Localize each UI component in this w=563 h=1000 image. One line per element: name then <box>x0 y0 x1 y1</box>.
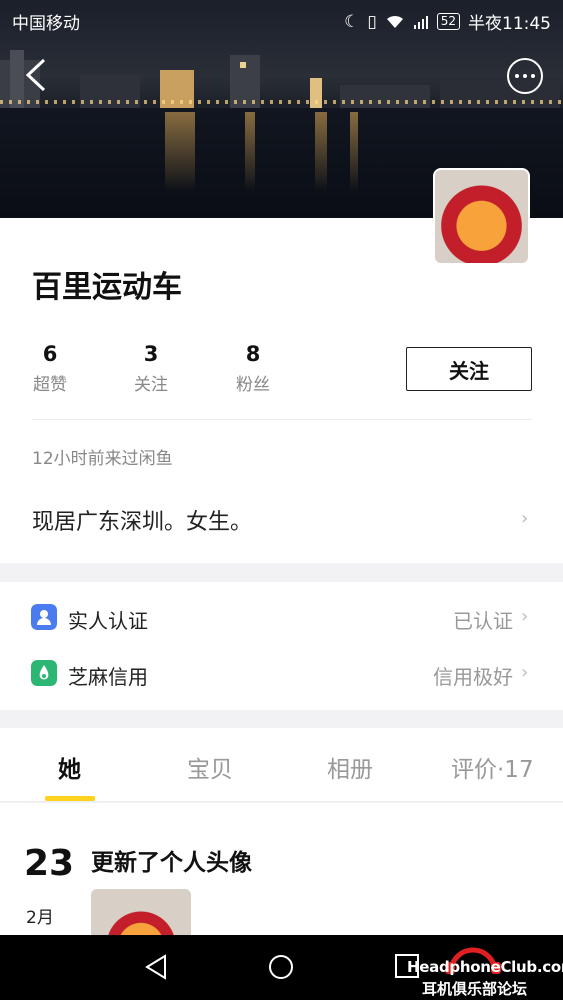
sesame-credit-icon <box>31 660 57 686</box>
vibrate-icon: ▯ <box>367 11 377 32</box>
stat-value: 3 <box>143 342 159 366</box>
carrier-name: 中国移动 <box>12 14 80 34</box>
chevron-right-icon: › <box>521 662 529 683</box>
stat-label: 关注 <box>134 375 168 395</box>
moon-icon: ☾ <box>344 11 360 32</box>
back-arrow-icon[interactable] <box>22 56 54 94</box>
verify-value: 已认证 <box>453 609 513 633</box>
stat-value: 6 <box>42 342 58 366</box>
stat-value: 8 <box>245 342 261 366</box>
stat-label: 粉丝 <box>236 375 270 395</box>
tab-reviews[interactable]: 评价·17 <box>451 750 534 784</box>
bio-text[interactable]: 现居广东深圳。女生。 <box>32 504 252 536</box>
nav-home-icon[interactable] <box>267 953 295 981</box>
feed-thumbnail[interactable] <box>91 889 191 935</box>
forum-watermark: HeadphoneClub.com 耳机俱乐部论坛 <box>405 947 563 998</box>
watermark-en: HeadphoneClub.com <box>407 958 563 976</box>
profile-name: 百里运动车 <box>32 270 182 305</box>
verify-label: 实人认证 <box>68 609 148 633</box>
battery-icon: 52 <box>436 13 460 30</box>
status-time: 半夜11:45 <box>468 14 551 34</box>
stat-followers[interactable]: 8 粉丝 <box>223 342 283 395</box>
follow-button[interactable]: 关注 <box>406 347 532 391</box>
stat-following[interactable]: 3 关注 <box>121 342 181 395</box>
last-seen-text: 12小时前来过闲鱼 <box>32 449 173 469</box>
watermark-cn: 耳机俱乐部论坛 <box>422 980 528 998</box>
profile-tabs: 她 宝贝 相册 评价·17 <box>0 728 563 802</box>
divider <box>32 419 532 420</box>
verification-card: 实人认证 已认证 › 芝麻信用 信用极好 › <box>0 582 563 710</box>
stat-label: 超赞 <box>33 375 67 395</box>
tab-her[interactable]: 她 <box>58 750 81 784</box>
wifi-icon <box>386 15 403 28</box>
light-reflection <box>350 112 358 192</box>
tab-items[interactable]: 宝贝 <box>187 750 233 784</box>
person-id-icon <box>31 604 57 630</box>
light-reflection <box>315 112 327 192</box>
verify-value: 信用极好 <box>433 665 513 689</box>
avatar[interactable] <box>433 168 530 265</box>
active-tab-indicator <box>45 796 95 801</box>
shoreline-lights <box>0 100 563 104</box>
verify-row-identity[interactable]: 实人认证 已认证 › <box>0 592 563 648</box>
light-reflection <box>165 112 195 192</box>
verify-label: 芝麻信用 <box>68 665 148 689</box>
more-options-icon[interactable] <box>507 58 543 94</box>
activity-feed: 23 2月 更新了个人头像 <box>0 803 563 935</box>
feed-title: 更新了个人头像 <box>91 850 252 876</box>
tab-album[interactable]: 相册 <box>327 750 373 784</box>
feed-month: 2月 <box>26 908 54 928</box>
profile-card: 百里运动车 6 超赞 3 关注 8 粉丝 关注 12小时前来过闲鱼 现居广东深圳… <box>0 218 563 563</box>
chevron-right-icon[interactable]: › <box>521 508 528 529</box>
verify-row-credit[interactable]: 芝麻信用 信用极好 › <box>0 648 563 704</box>
stat-likes[interactable]: 6 超赞 <box>20 342 80 395</box>
status-right-group: ☾ ▯ 52 半夜11:45 <box>344 9 551 35</box>
signal-icon <box>413 15 428 29</box>
chevron-right-icon: › <box>521 606 529 627</box>
nav-back-icon[interactable] <box>143 953 171 981</box>
light-reflection <box>245 112 255 192</box>
feed-day: 23 <box>24 843 75 884</box>
status-bar: 中国移动 ☾ ▯ 52 半夜11:45 <box>0 0 563 38</box>
